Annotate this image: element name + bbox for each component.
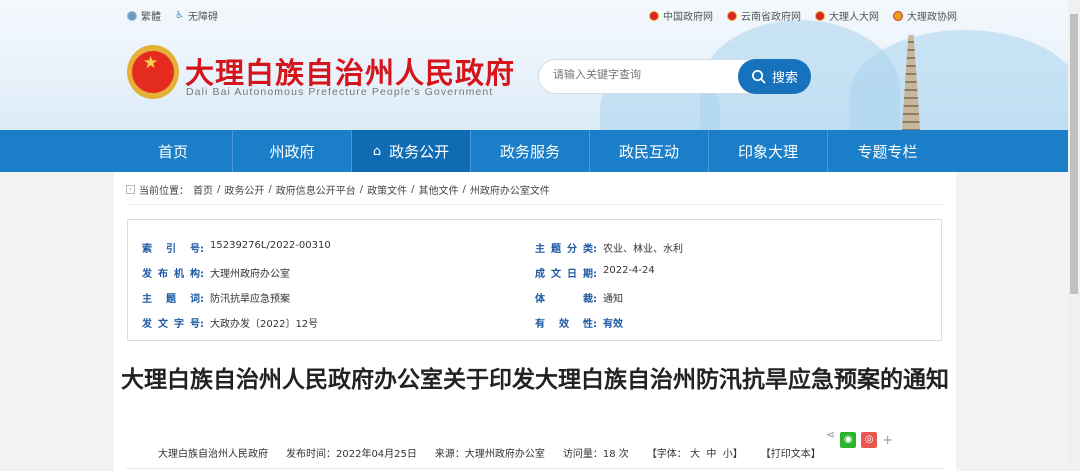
font-small[interactable]: 小	[723, 449, 733, 460]
print-button[interactable]: 【打印文本】	[761, 445, 821, 460]
nav-gov-affairs-open[interactable]: ⌂ 政务公开	[352, 130, 471, 172]
search-input[interactable]	[553, 69, 733, 81]
scrollbar-thumb[interactable]	[1070, 14, 1078, 294]
link-yunnan-gov[interactable]: 云南省政府网	[727, 8, 801, 23]
share-bar: ⋖ ◉ ◎ +	[826, 428, 893, 448]
emblem-icon	[727, 10, 737, 21]
nav-prefecture-gov[interactable]: 州政府	[233, 130, 352, 172]
divider	[126, 204, 944, 205]
share-icon[interactable]: ⋖	[826, 428, 835, 441]
document-info-table: 索引号: 15239276L/2022-00310 发布机构: 大理州政府办公室 主…	[127, 219, 942, 341]
crumb-other-docs[interactable]: 其他文件	[419, 182, 459, 197]
info-validity: 有效性: 有效	[535, 319, 623, 330]
nav-home[interactable]: 首页	[114, 130, 233, 172]
info-issuer: 发布机构: 大理州政府办公室	[142, 269, 290, 280]
crumb-office-docs[interactable]: 州政府办公室文件	[470, 182, 550, 197]
info-date: 成文日期: 2022-4-24	[535, 265, 655, 280]
search-icon	[752, 70, 766, 84]
info-doc-number: 发文字号: 大政办发〔2022〕12号	[142, 319, 319, 330]
crumb-home[interactable]: 首页	[193, 182, 213, 197]
main-nav: 首页 州政府 ⌂ 政务公开 政务服务 政民互动 印象大理 专题专栏	[0, 130, 1068, 172]
nav-gov-services[interactable]: 政务服务	[471, 130, 590, 172]
link-dali-npc[interactable]: 大理人大网	[815, 8, 879, 23]
site-subtitle: Dali Bai Autonomous Prefecture People's …	[186, 86, 494, 98]
font-size-controls: 【字体： 大 中 小】	[646, 449, 743, 460]
nav-interaction[interactable]: 政民互动	[590, 130, 709, 172]
globe-icon	[127, 10, 137, 21]
info-genre: 体裁: 通知	[535, 294, 623, 305]
building-icon: ⌂	[372, 143, 382, 159]
font-large[interactable]: 大	[690, 449, 700, 460]
national-emblem-logo	[127, 45, 179, 99]
wheelchair-icon: ♿	[175, 10, 184, 21]
traditional-chinese-link[interactable]: 繁體	[127, 8, 161, 23]
info-keywords: 主题词: 防汛抗旱应急预案	[142, 294, 290, 305]
emblem-icon	[815, 10, 825, 21]
header-banner: 繁體 ♿无障碍 中国政府网 云南省政府网 大理人大网 大理政协网 大理白族自治州…	[0, 0, 1068, 130]
weibo-icon[interactable]: ◎	[861, 432, 878, 448]
search-button[interactable]: 搜索	[738, 59, 811, 94]
article-meta: 大理白族自治州人民政府 发布时间：2022年04月25日 来源：大理州政府办公室…	[158, 445, 821, 460]
info-category: 主题分类: 农业、林业、水利	[535, 244, 683, 255]
content-area: › 当前位置： 首页 / 政务公开 / 政府信息公开平台 / 政策文件 / 其他文件 / …	[114, 172, 956, 471]
location-icon: ›	[126, 185, 135, 194]
article-title: 大理白族自治州人民政府办公室关于印发大理白族自治州防汛抗旱应急预案的通知	[121, 367, 949, 393]
nav-special-topics[interactable]: 专题专栏	[828, 130, 947, 172]
info-index-no: 索引号: 15239276L/2022-00310	[142, 240, 331, 255]
crumb-gov-open[interactable]: 政务公开	[224, 182, 264, 197]
breadcrumb: › 当前位置： 首页 / 政务公开 / 政府信息公开平台 / 政策文件 / 其他文件 / …	[126, 182, 550, 197]
link-gov-cn[interactable]: 中国政府网	[649, 8, 713, 23]
wechat-icon[interactable]: ◉	[840, 432, 857, 448]
link-dali-cppcc[interactable]: 大理政协网	[893, 8, 957, 23]
accessibility-link[interactable]: ♿ 无障碍	[175, 8, 218, 23]
crumb-policy-docs[interactable]: 政策文件	[367, 182, 407, 197]
scrollbar[interactable]	[1068, 0, 1080, 471]
more-share-icon[interactable]: +	[882, 433, 893, 448]
search-box: 搜索	[538, 59, 811, 94]
emblem-icon	[649, 10, 659, 21]
font-medium[interactable]: 中	[706, 449, 716, 460]
cppcc-emblem-icon	[893, 10, 903, 21]
crumb-info-platform[interactable]: 政府信息公开平台	[276, 182, 356, 197]
nav-impression-dali[interactable]: 印象大理	[709, 130, 828, 172]
divider	[126, 468, 944, 469]
